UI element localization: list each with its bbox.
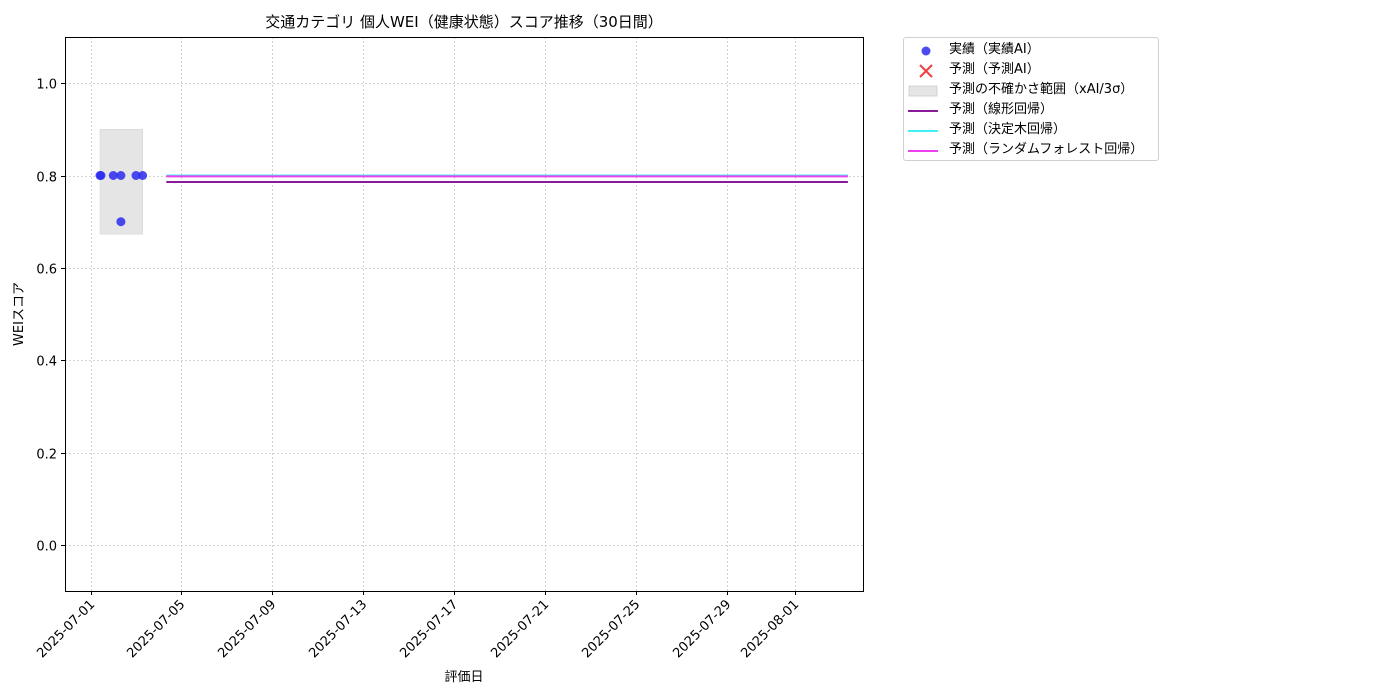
legend-marker-band — [908, 85, 938, 97]
legend-label-actual: 実績（実績AI） — [949, 42, 1040, 57]
prediction-lines-layer — [166, 174, 848, 183]
y-tick-label: 1.0 — [36, 78, 57, 93]
plot-frame — [65, 37, 864, 592]
legend: 実績（実績AI） 予測（予測AI） 予測の不確かさ範囲（xAI/3σ） 予測（線… — [903, 37, 1159, 161]
data-point — [116, 171, 126, 180]
y-tick-label: 0.0 — [36, 540, 57, 555]
grid — [65, 37, 863, 591]
y-tick-label: 0.4 — [36, 355, 57, 370]
data-point — [96, 171, 106, 180]
x-axis: 2025-07-01 2025-07-05 2025-07-09 2025-07-13… — [34, 591, 802, 661]
y-axis: 0.0 0.2 0.4 0.6 0.8 1.0 — [36, 78, 65, 555]
data-point — [116, 217, 126, 227]
x-tick-label: 2025-08-01 — [738, 597, 802, 661]
y-axis-label: WEIスコア — [12, 282, 27, 346]
legend-item-actual: 実績（実績AI） — [904, 40, 1158, 60]
chart-title: 交通カテゴリ 個人WEI（健康状態）スコア推移（30日間） — [265, 13, 663, 31]
x-axis-label: 評価日 — [444, 670, 483, 685]
legend-item-band: 予測の不確かさ範囲（xAI/3σ） — [904, 80, 1158, 100]
legend-label-predicted: 予測（予測AI） — [949, 62, 1040, 77]
legend-item-forest: 予測（ランダムフォレスト回帰） — [904, 140, 1158, 160]
legend-label-linear: 予測（線形回帰） — [949, 102, 1054, 117]
legend-label-tree: 予測（決定木回帰） — [949, 122, 1067, 137]
y-tick-label: 0.2 — [36, 448, 57, 463]
legend-label-forest: 予測（ランダムフォレスト回帰） — [949, 142, 1144, 157]
legend-marker-forest — [908, 150, 938, 152]
x-tick-label: 2025-07-05 — [124, 597, 188, 661]
legend-item-linear: 予測（線形回帰） — [904, 100, 1158, 120]
x-tick-label: 2025-07-21 — [488, 597, 552, 661]
x-tick-label: 2025-07-13 — [306, 597, 370, 661]
legend-marker-predicted — [919, 64, 933, 78]
x-tick-label: 2025-07-17 — [397, 597, 461, 661]
legend-marker-actual — [921, 46, 931, 56]
legend-label-band: 予測の不確かさ範囲（xAI/3σ） — [949, 82, 1134, 97]
y-tick-label: 0.6 — [36, 263, 57, 278]
x-tick-label: 2025-07-09 — [215, 597, 279, 661]
legend-item-predicted: 予測（予測AI） — [904, 60, 1158, 80]
x-tick-label: 2025-07-01 — [34, 597, 98, 661]
data-point — [138, 171, 148, 180]
legend-item-tree: 予測（決定木回帰） — [904, 120, 1158, 140]
legend-marker-linear — [908, 110, 938, 112]
x-tick-label: 2025-07-25 — [579, 597, 643, 661]
chart: 0.00.20.40.60.81.0 2025-07-01 2025-07-05 2… — [12, 13, 864, 685]
x-tick-label: 2025-07-29 — [670, 597, 734, 661]
y-tick-label: 0.8 — [36, 171, 57, 186]
legend-marker-tree — [908, 130, 938, 132]
